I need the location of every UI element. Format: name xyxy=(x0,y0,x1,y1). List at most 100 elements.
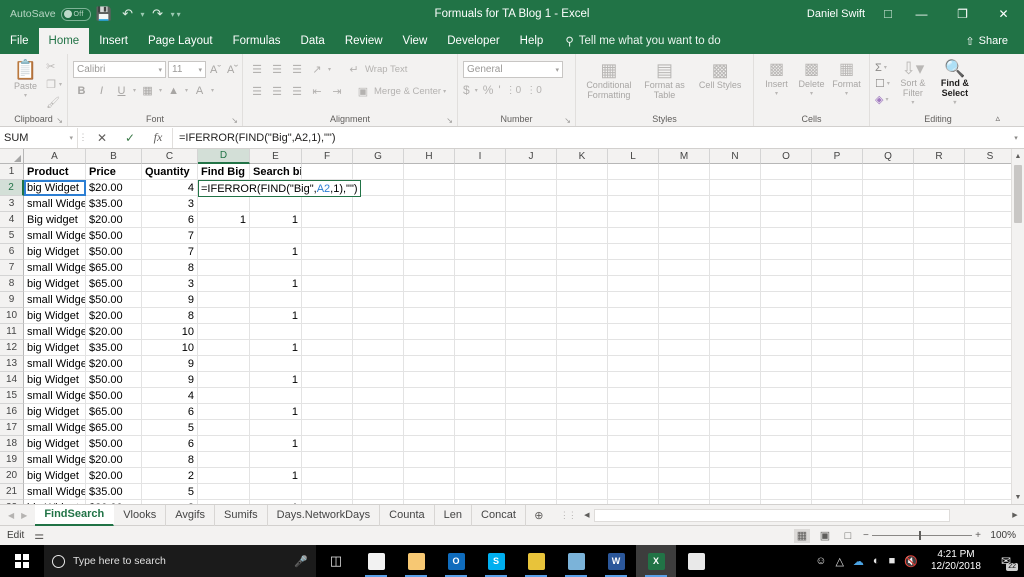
cell-B15[interactable]: $50.00 xyxy=(86,388,142,404)
cell-K3[interactable] xyxy=(557,196,608,212)
cell-S13[interactable] xyxy=(965,356,1016,372)
row-header-21[interactable]: 21 xyxy=(0,484,24,500)
cell-E16[interactable]: 1 xyxy=(250,404,302,420)
cell-E17[interactable] xyxy=(250,420,302,436)
page-break-preview-icon[interactable]: □ xyxy=(840,529,856,543)
cell-J16[interactable] xyxy=(506,404,557,420)
decrease-decimal-icon[interactable]: ⋮0 xyxy=(526,85,542,96)
cell-M11[interactable] xyxy=(659,324,710,340)
cell-I12[interactable] xyxy=(455,340,506,356)
cell-E15[interactable] xyxy=(250,388,302,404)
cell-I5[interactable] xyxy=(455,228,506,244)
zoom-slider[interactable]: − + xyxy=(863,530,981,541)
show-hidden-icons-icon[interactable]: △ xyxy=(835,555,843,568)
share-button[interactable]: ⇧ Share xyxy=(957,32,1016,50)
cell-A11[interactable]: small Widget xyxy=(24,324,86,340)
cell-F13[interactable] xyxy=(302,356,353,372)
row-header-8[interactable]: 8 xyxy=(0,276,24,292)
accessibility-icon[interactable]: ⚌ xyxy=(24,529,44,542)
cell-E21[interactable] xyxy=(250,484,302,500)
horizontal-scrollbar[interactable]: ◀ ▶ xyxy=(579,508,1022,522)
cell-L7[interactable] xyxy=(608,260,659,276)
cell-J1[interactable] xyxy=(506,164,557,180)
cell-B3[interactable]: $35.00 xyxy=(86,196,142,212)
cell-P16[interactable] xyxy=(812,404,863,420)
cell-B13[interactable]: $20.00 xyxy=(86,356,142,372)
cell-I11[interactable] xyxy=(455,324,506,340)
cell-Q9[interactable] xyxy=(863,292,914,308)
cell-S4[interactable] xyxy=(965,212,1016,228)
cell-F6[interactable] xyxy=(302,244,353,260)
cell-F5[interactable] xyxy=(302,228,353,244)
cell-E11[interactable] xyxy=(250,324,302,340)
microphone-icon[interactable]: 🎤 xyxy=(294,555,308,568)
cell-O14[interactable] xyxy=(761,372,812,388)
paste-button[interactable]: 📋 Paste ▾ xyxy=(5,58,46,101)
row-header-15[interactable]: 15 xyxy=(0,388,24,404)
cell-P14[interactable] xyxy=(812,372,863,388)
cell-P21[interactable] xyxy=(812,484,863,500)
orientation-icon[interactable]: ↗ xyxy=(308,61,326,78)
sheet-tab-findsearch[interactable]: FindSearch xyxy=(35,504,115,526)
cell-K21[interactable] xyxy=(557,484,608,500)
cell-C15[interactable]: 4 xyxy=(142,388,198,404)
cell-G4[interactable] xyxy=(353,212,404,228)
cell-E6[interactable]: 1 xyxy=(250,244,302,260)
cell-A3[interactable]: small Widget xyxy=(24,196,86,212)
cell-I18[interactable] xyxy=(455,436,506,452)
cell-S16[interactable] xyxy=(965,404,1016,420)
cell-E4[interactable]: 1 xyxy=(250,212,302,228)
cell-E19[interactable] xyxy=(250,452,302,468)
cell-G19[interactable] xyxy=(353,452,404,468)
cell-N12[interactable] xyxy=(710,340,761,356)
cell-S7[interactable] xyxy=(965,260,1016,276)
cell-I9[interactable] xyxy=(455,292,506,308)
collapse-ribbon-icon[interactable]: ▵ xyxy=(995,113,1000,124)
cell-Q15[interactable] xyxy=(863,388,914,404)
cell-J19[interactable] xyxy=(506,452,557,468)
cell-K13[interactable] xyxy=(557,356,608,372)
cell-S9[interactable] xyxy=(965,292,1016,308)
chrome-icon[interactable] xyxy=(356,545,396,577)
cell-B22[interactable]: $20.00 xyxy=(86,500,142,504)
row-header-6[interactable]: 6 xyxy=(0,244,24,260)
cell-O13[interactable] xyxy=(761,356,812,372)
cell-L3[interactable] xyxy=(608,196,659,212)
cell-K17[interactable] xyxy=(557,420,608,436)
cell-B12[interactable]: $35.00 xyxy=(86,340,142,356)
add-sheet-button[interactable]: ⊕ xyxy=(526,509,552,522)
cell-S19[interactable] xyxy=(965,452,1016,468)
cell-D3[interactable] xyxy=(198,196,250,212)
cell-F17[interactable] xyxy=(302,420,353,436)
cell-L17[interactable] xyxy=(608,420,659,436)
cell-C7[interactable]: 8 xyxy=(142,260,198,276)
cell-P11[interactable] xyxy=(812,324,863,340)
cell-L4[interactable] xyxy=(608,212,659,228)
cell-J11[interactable] xyxy=(506,324,557,340)
cell-D7[interactable] xyxy=(198,260,250,276)
cell-F18[interactable] xyxy=(302,436,353,452)
orientation-dropdown-icon[interactable]: ▾ xyxy=(328,66,331,73)
cell-J12[interactable] xyxy=(506,340,557,356)
cell-K15[interactable] xyxy=(557,388,608,404)
align-middle-icon[interactable]: ☰ xyxy=(268,61,286,78)
cell-D9[interactable] xyxy=(198,292,250,308)
cell-N19[interactable] xyxy=(710,452,761,468)
media-icon[interactable] xyxy=(676,545,716,577)
cell-D15[interactable] xyxy=(198,388,250,404)
cell-J17[interactable] xyxy=(506,420,557,436)
cell-R8[interactable] xyxy=(914,276,965,292)
cell-J15[interactable] xyxy=(506,388,557,404)
cell-J7[interactable] xyxy=(506,260,557,276)
column-header-g[interactable]: G xyxy=(353,149,404,164)
cell-A2[interactable]: big Widget xyxy=(24,180,86,196)
cell-D20[interactable] xyxy=(198,468,250,484)
cell-L22[interactable] xyxy=(608,500,659,504)
cell-K14[interactable] xyxy=(557,372,608,388)
cell-I22[interactable] xyxy=(455,500,506,504)
scroll-up-icon[interactable]: ▲ xyxy=(1012,149,1024,163)
cell-Q12[interactable] xyxy=(863,340,914,356)
font-color-icon[interactable]: A xyxy=(191,82,208,99)
cell-Q11[interactable] xyxy=(863,324,914,340)
cell-H1[interactable] xyxy=(404,164,455,180)
